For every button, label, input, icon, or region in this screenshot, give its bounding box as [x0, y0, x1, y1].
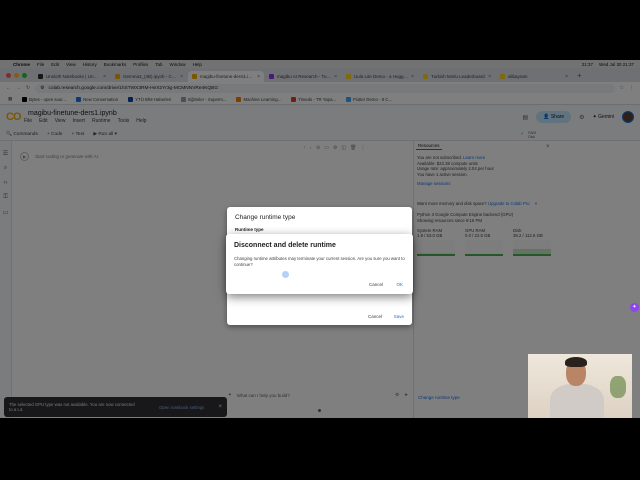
webcam-person-hair: [565, 357, 587, 367]
change-runtime-cancel-button[interactable]: Cancel: [368, 314, 382, 319]
change-runtime-title: Change runtime type: [235, 214, 296, 221]
runtime-type-label: Runtime type: [235, 227, 264, 232]
mouse-cursor-highlight: [282, 271, 289, 278]
disconnect-cancel-button[interactable]: Cancel: [369, 282, 383, 287]
webcam-plant: [610, 376, 626, 398]
floating-assistant-icon[interactable]: ✦: [630, 303, 639, 312]
disconnect-message: Changing runtime attributes may terminat…: [234, 256, 405, 267]
disconnect-ok-button[interactable]: OK: [396, 282, 403, 287]
letterbox-top: [0, 0, 640, 60]
letterbox-bottom: [0, 418, 640, 480]
webcam-person-body: [550, 384, 604, 418]
disconnect-dialog: Disconnect and delete runtime Changing r…: [226, 234, 413, 294]
webcam-overlay: [528, 354, 632, 418]
change-runtime-save-button[interactable]: Save: [394, 314, 404, 319]
disconnect-title: Disconnect and delete runtime: [234, 242, 336, 249]
screen: Chrome File Edit View History Bookmarks …: [0, 60, 640, 418]
